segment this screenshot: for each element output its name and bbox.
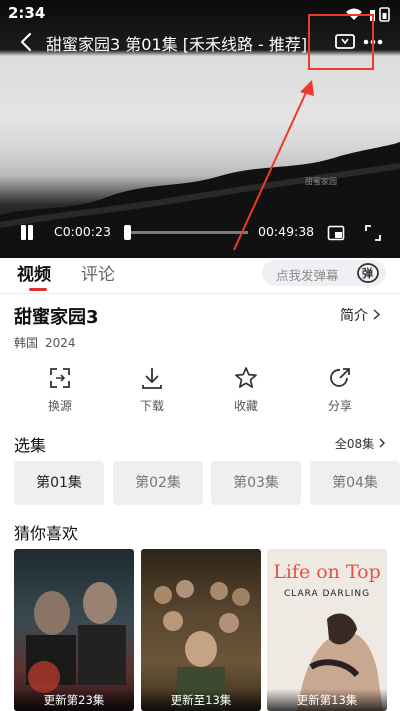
svg-text:弹: 弹 — [362, 266, 373, 280]
danmaku-input[interactable]: 点我发弹幕 弹 — [262, 260, 386, 286]
recommend-caption: 更新第23集 — [14, 689, 134, 711]
download-icon — [142, 368, 162, 389]
active-tab-indicator — [29, 288, 47, 291]
poster-image — [154, 580, 250, 711]
recommend-card[interactable]: Life on Top CLARA DARLING 更新第13集 — [267, 549, 387, 711]
tab-video[interactable]: 视频 — [17, 260, 51, 285]
episode-button[interactable]: 第01集 — [14, 461, 104, 505]
show-title: 甜蜜家园3 — [14, 307, 99, 328]
all-episodes-label: 全08集 — [334, 437, 375, 451]
show-year: 2024 — [45, 336, 76, 350]
download-label: 下载 — [139, 399, 164, 413]
episode-button[interactable]: 第02集 — [113, 461, 203, 505]
annotation-arrow — [233, 80, 314, 251]
episodes-header: 选集 全08集 — [14, 432, 386, 455]
share-icon — [330, 368, 350, 387]
tab-comment[interactable]: 评论 — [81, 260, 115, 285]
intro-label: 简介 — [340, 308, 368, 324]
poster-image — [297, 613, 383, 711]
chevron-right-icon — [379, 438, 385, 448]
switch-source-icon — [50, 368, 70, 388]
chevron-right-icon — [373, 309, 381, 320]
action-bar: 换源 下载 收藏 分享 — [0, 362, 400, 422]
recommend-card[interactable]: 更新至13集 — [141, 549, 261, 711]
episodes-heading: 选集 — [14, 436, 47, 455]
favorite-label: 收藏 — [233, 399, 258, 413]
recommend-card[interactable]: 更新第23集 — [14, 549, 134, 711]
recommend-caption: 更新第13集 — [267, 689, 387, 711]
download-button[interactable]: 下载 — [122, 362, 182, 422]
all-episodes-link[interactable]: 全08集 — [335, 435, 386, 452]
detail-tabs: 视频 评论 点我发弹幕 弹 — [0, 258, 400, 291]
show-meta: 韩国 2024 — [14, 334, 76, 351]
episode-button[interactable]: 第04集 — [310, 461, 400, 505]
show-region: 韩国 — [14, 336, 39, 350]
favorite-button[interactable]: 收藏 — [216, 362, 276, 422]
poster-image — [26, 582, 126, 693]
danmaku-toggle-icon[interactable]: 弹 — [356, 262, 380, 284]
recommend-caption: 更新至13集 — [141, 689, 261, 711]
switch-source-label: 换源 — [47, 399, 72, 413]
switch-source-button[interactable]: 换源 — [30, 362, 90, 422]
share-button[interactable]: 分享 — [310, 362, 370, 422]
star-icon — [235, 367, 257, 388]
intro-link[interactable]: 简介 — [340, 305, 381, 325]
episode-button[interactable]: 第03集 — [211, 461, 301, 505]
divider — [0, 293, 400, 294]
share-label: 分享 — [327, 399, 352, 413]
danmaku-placeholder: 点我发弹幕 — [276, 268, 339, 283]
recommend-heading: 猜你喜欢 — [14, 524, 79, 543]
